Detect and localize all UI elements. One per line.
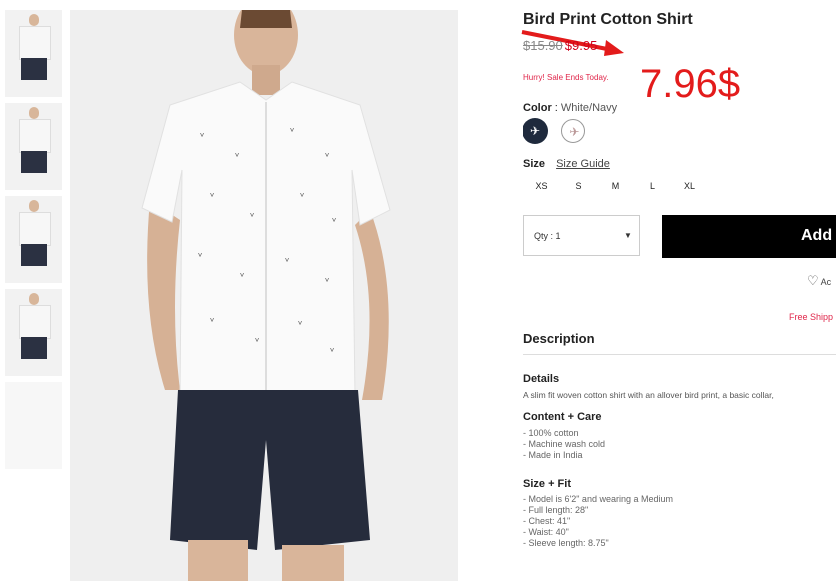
swatch-navy[interactable]: ✈	[523, 119, 547, 143]
size-option-xs[interactable]: XS	[523, 181, 560, 191]
thumbnail-2[interactable]	[5, 103, 62, 190]
swatch-white[interactable]: ✈	[561, 119, 586, 143]
care-item: - Machine wash cold	[523, 439, 606, 449]
add-button-label: Add	[801, 227, 833, 244]
size-row: Size Size Guide	[523, 158, 610, 170]
fit-item: - Full length: 28"	[523, 505, 589, 515]
thumbnail-5[interactable]	[5, 382, 62, 469]
size-label: Size	[523, 158, 546, 170]
old-price: $15.90	[523, 38, 563, 53]
fit-heading: Size + Fit	[523, 478, 571, 490]
care-heading: Content + Care	[523, 411, 602, 423]
product-title: Bird Print Cotton Shirt	[523, 11, 693, 28]
size-option-xl[interactable]: XL	[671, 181, 708, 191]
thumbnail-strip	[5, 10, 63, 475]
main-product-image: ᵛ ᵛ ᵛ ᵛ ᵛ ᵛ ᵛ ᵛ ᵛ ᵛ ᵛ ᵛ ᵛ ᵛ ᵛ ᵛ	[70, 10, 458, 581]
details-heading: Details	[523, 373, 560, 385]
svg-text:ᵛ: ᵛ	[250, 210, 255, 223]
svg-text:ᵛ: ᵛ	[285, 255, 290, 268]
svg-text:ᵛ: ᵛ	[200, 130, 205, 143]
fit-item: - Chest: 41"	[523, 516, 571, 526]
color-value: White/Navy	[560, 102, 618, 114]
care-list: - 100% cotton - Machine wash cold - Made…	[523, 428, 605, 461]
fit-item: - Sleeve length: 8.75"	[523, 538, 609, 548]
svg-text:ᵛ: ᵛ	[300, 190, 305, 203]
care-item: - 100% cotton	[523, 428, 579, 438]
fit-item: - Model is 6'2" and wearing a Medium	[523, 494, 673, 504]
size-guide-link[interactable]: Size Guide	[556, 158, 610, 170]
svg-text:ᵛ: ᵛ	[290, 125, 295, 138]
wishlist-link[interactable]: ♡ Ac	[807, 273, 831, 289]
sale-price: $9.95	[564, 38, 598, 53]
thumbnail-1[interactable]	[5, 10, 62, 97]
color-label-text: Color	[523, 102, 552, 114]
quantity-value: Qty : 1	[534, 231, 561, 241]
svg-text:ᵛ: ᵛ	[255, 335, 260, 348]
svg-text:ᵛ: ᵛ	[325, 275, 330, 288]
details-text: A slim fit woven cotton shirt with an al…	[523, 390, 774, 400]
svg-text:ᵛ: ᵛ	[210, 315, 215, 328]
product-details: Bird Print Cotton Shirt $15.90 $9.95 Hurr…	[523, 0, 836, 581]
quantity-select[interactable]: Qty : 1 ▼	[523, 215, 640, 256]
svg-text:ᵛ: ᵛ	[330, 345, 335, 358]
bird-icon: ✈	[529, 124, 541, 138]
svg-text:ᵛ: ᵛ	[235, 150, 240, 163]
svg-text:ᵛ: ᵛ	[332, 215, 337, 228]
add-to-bag-button[interactable]: Add	[662, 215, 836, 258]
divider	[523, 354, 836, 355]
color-swatches: ✈ ✈	[523, 119, 595, 148]
thumbnail-4[interactable]	[5, 289, 62, 376]
svg-text:ᵛ: ᵛ	[298, 318, 303, 331]
fit-item: - Waist: 40"	[523, 527, 569, 537]
svg-text:ᵛ: ᵛ	[325, 150, 330, 163]
heart-icon: ♡	[807, 273, 819, 288]
model-illustration: ᵛ ᵛ ᵛ ᵛ ᵛ ᵛ ᵛ ᵛ ᵛ ᵛ ᵛ ᵛ ᵛ ᵛ ᵛ ᵛ	[70, 10, 458, 581]
caret-down-icon: ▼	[624, 231, 632, 240]
wishlist-label: Ac	[820, 277, 832, 287]
size-option-s[interactable]: S	[560, 181, 597, 191]
bird-icon: ✈	[569, 125, 580, 139]
fit-list: - Model is 6'2" and wearing a Medium - F…	[523, 494, 673, 549]
size-option-m[interactable]: M	[597, 181, 634, 191]
care-item: - Made in India	[523, 450, 583, 460]
svg-text:ᵛ: ᵛ	[210, 190, 215, 203]
svg-text:ᵛ: ᵛ	[240, 270, 245, 283]
description-heading[interactable]: Description	[523, 331, 595, 346]
size-options: XS S M L XL	[523, 181, 708, 191]
thumbnail-3[interactable]	[5, 196, 62, 283]
shipping-note: Free Shipp	[789, 312, 834, 322]
color-label: Color : White/Navy	[523, 102, 618, 114]
size-option-l[interactable]: L	[634, 181, 671, 191]
sale-notice: Hurry! Sale Ends Today.	[523, 73, 609, 82]
svg-text:ᵛ: ᵛ	[198, 250, 203, 263]
price: $15.90 $9.95	[523, 38, 597, 53]
